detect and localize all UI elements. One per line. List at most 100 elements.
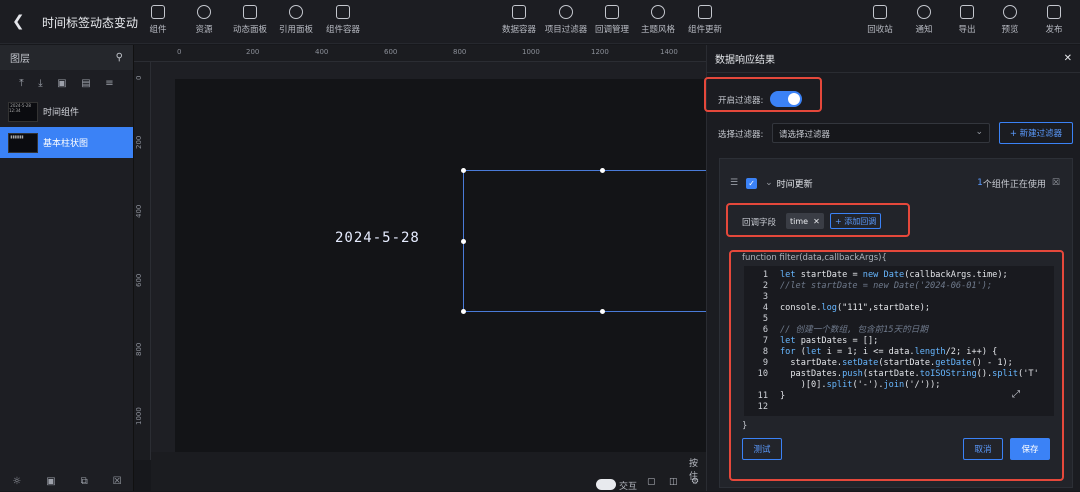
filter-toggle[interactable] [770,91,802,107]
move-top-icon[interactable]: ⤒ [19,78,23,89]
test-button[interactable]: 测试 [742,438,782,460]
refresh-icon [698,5,712,19]
layer-item-time[interactable]: 2024-5-28 12:34 时间组件 [0,96,133,127]
date-text-component[interactable]: 2024-5-28 [335,230,420,246]
callback-field-label: 回调字段 [742,218,777,228]
toolbar-button-label: 预览 [1001,25,1019,35]
resize-handle[interactable] [600,168,605,173]
interact-label: 交互 [619,482,638,492]
toolbar-button[interactable]: 引用面板 [271,5,321,35]
toolbar-button[interactable]: 项目过滤器 [541,5,591,35]
toolbar-button-label: 数据容器 [501,25,536,35]
code-line: } [780,391,786,401]
ruler-tick-label: 600 [135,273,143,287]
filter-card: ☰ ✓ ⌄ 时间更新 1 个组件正在使用 ☒ 回调字段 time ✕ + 添加回… [719,158,1073,488]
canvas-bottom-bar: 按住 交互 ▢ ◫ ⚙ [151,452,706,492]
cancel-button[interactable]: 取消 [963,438,1003,460]
code-line-number: 6 [762,325,768,335]
collapse-chevron-icon[interactable]: ⌄ [765,178,773,188]
top-toolbar: ❮ 时间标签动态变动 组件 资源 动态面板 引用面板 组件容器 数据容器 项目过滤器 回调管理… [0,0,1080,44]
ruler-tick-label: 400 [315,48,329,56]
toolbar-button[interactable]: 回调管理 [587,5,637,35]
toolbar-button-label: 动态面板 [232,25,267,35]
resize-handle[interactable] [600,309,605,314]
resize-handle[interactable] [461,239,466,244]
code-line: pastDates.push(startDate.toISOString().s… [780,369,1039,379]
code-line-number: 2 [762,281,768,291]
link-icon [289,5,303,19]
toolbar-button[interactable]: 动态面板 [225,5,275,35]
align-icon[interactable]: ≡ [105,78,113,89]
code-line: for (let i = 1; i <= data.length/2; i++)… [780,347,998,357]
filter-enable-checkbox[interactable]: ✓ [746,177,758,189]
toolbar-button[interactable]: 主题风格 [633,5,683,35]
monitor-icon[interactable]: ▢ [647,477,656,487]
ruler-tick-label: 0 [177,48,182,56]
panel-title: 数据响应结果 [715,55,775,66]
chart-icon [512,5,526,19]
ruler-tick-label: 800 [135,342,143,356]
callback-tag[interactable]: time ✕ [786,213,824,229]
send-icon [1047,5,1061,19]
back-icon[interactable]: ❮ [12,12,25,30]
editor-canvas[interactable]: 2024-5-28 [151,62,706,460]
code-editor[interactable]: 1 let startDate = new Date(callbackArgs.t… [744,266,1054,416]
toolbar-button[interactable]: 组件更新 [680,5,730,35]
selected-component-box[interactable] [461,168,706,314]
layer-item-bar-chart[interactable]: ▮▮▮▮▮▮ 基本柱状图 [0,127,133,158]
toolbar-button[interactable]: 资源 [179,5,229,35]
search-icon[interactable]: ⚲ [116,52,123,63]
resize-handle[interactable] [461,168,466,173]
layer-sidebar: 图层 ⚲ ⤒ ⤓ ▣ ▤ ≡ 2024-5-28 12:34 时间组件 ▮▮▮▮… [0,45,134,491]
add-callback-button[interactable]: + 添加回调 [830,213,882,229]
copy-icon[interactable]: ⧉ [81,476,88,487]
toolbar-button-label: 发布 [1045,25,1063,35]
layer-footer: ☼ ▣ ⧉ ☒ [0,471,134,491]
toolbar-button-label: 回收站 [867,25,893,35]
expand-icon[interactable]: ⤢ [1012,389,1020,400]
toolbar-button-label: 主题风格 [640,25,675,35]
lock-icon[interactable]: ▣ [46,476,55,487]
settings-icon[interactable]: ⚙ [691,477,699,487]
filter-toggle-label: 开启过滤器: [718,96,764,106]
group-icon[interactable]: ▣ [57,78,66,89]
move-bottom-icon[interactable]: ⤓ [38,78,42,89]
ruler-tick-label: 200 [135,135,143,149]
usage-text: 个组件正在使用 [982,179,1046,190]
ungroup-icon[interactable]: ▤ [81,78,90,89]
save-button[interactable]: 保存 [1010,438,1050,460]
interact-toggle[interactable] [596,479,616,490]
panel-icon[interactable]: ◫ [669,477,678,487]
toolbar-button[interactable]: 回收站 [855,5,905,35]
export-icon [960,5,974,19]
ruler-tick-label: 1000 [522,48,540,56]
toolbar-button-label: 项目过滤器 [544,25,588,35]
layer-thumbnail: 2024-5-28 12:34 [8,101,38,122]
toolbar-button[interactable]: 组件容器 [318,5,368,35]
resize-handle[interactable] [461,309,466,314]
toolbar-button[interactable]: 组件 [133,5,183,35]
vertical-ruler: 0 200 400 600 800 1000 [134,62,151,460]
delete-icon[interactable]: ☒ [113,476,122,487]
drag-handle-icon[interactable]: ☰ [730,178,738,188]
chevron-down-icon: ⌄ [975,127,983,137]
layer-panel-title: 图层 [10,54,30,65]
trash-icon[interactable]: ☒ [1052,178,1060,188]
horizontal-ruler: 020040060080010001200140016001800 [134,45,816,62]
close-icon[interactable]: ✕ [1064,53,1072,64]
monitor-icon [1003,5,1017,19]
toolbar-button[interactable]: 发布 [1029,5,1079,35]
toolbar-button[interactable]: 数据容器 [494,5,544,35]
function-signature: function filter(data,callbackArgs){ [742,253,887,263]
code-line: let pastDates = []; [780,336,879,346]
callback-tag-text: time [790,216,809,226]
layers-icon [197,5,211,19]
layer-label: 基本柱状图 [43,139,89,149]
lightbulb-icon[interactable]: ☼ [12,476,21,487]
filter-select[interactable]: 请选择过滤器 ⌄ [772,123,990,143]
new-filter-button[interactable]: + 新建过滤器 [999,122,1073,144]
layer-tools: ⤒ ⤓ ▣ ▤ ≡ [0,70,133,96]
toolbar-button[interactable]: 预览 [985,5,1035,35]
remove-tag-icon[interactable]: ✕ [813,217,820,226]
ruler-tick-label: 800 [453,48,467,56]
